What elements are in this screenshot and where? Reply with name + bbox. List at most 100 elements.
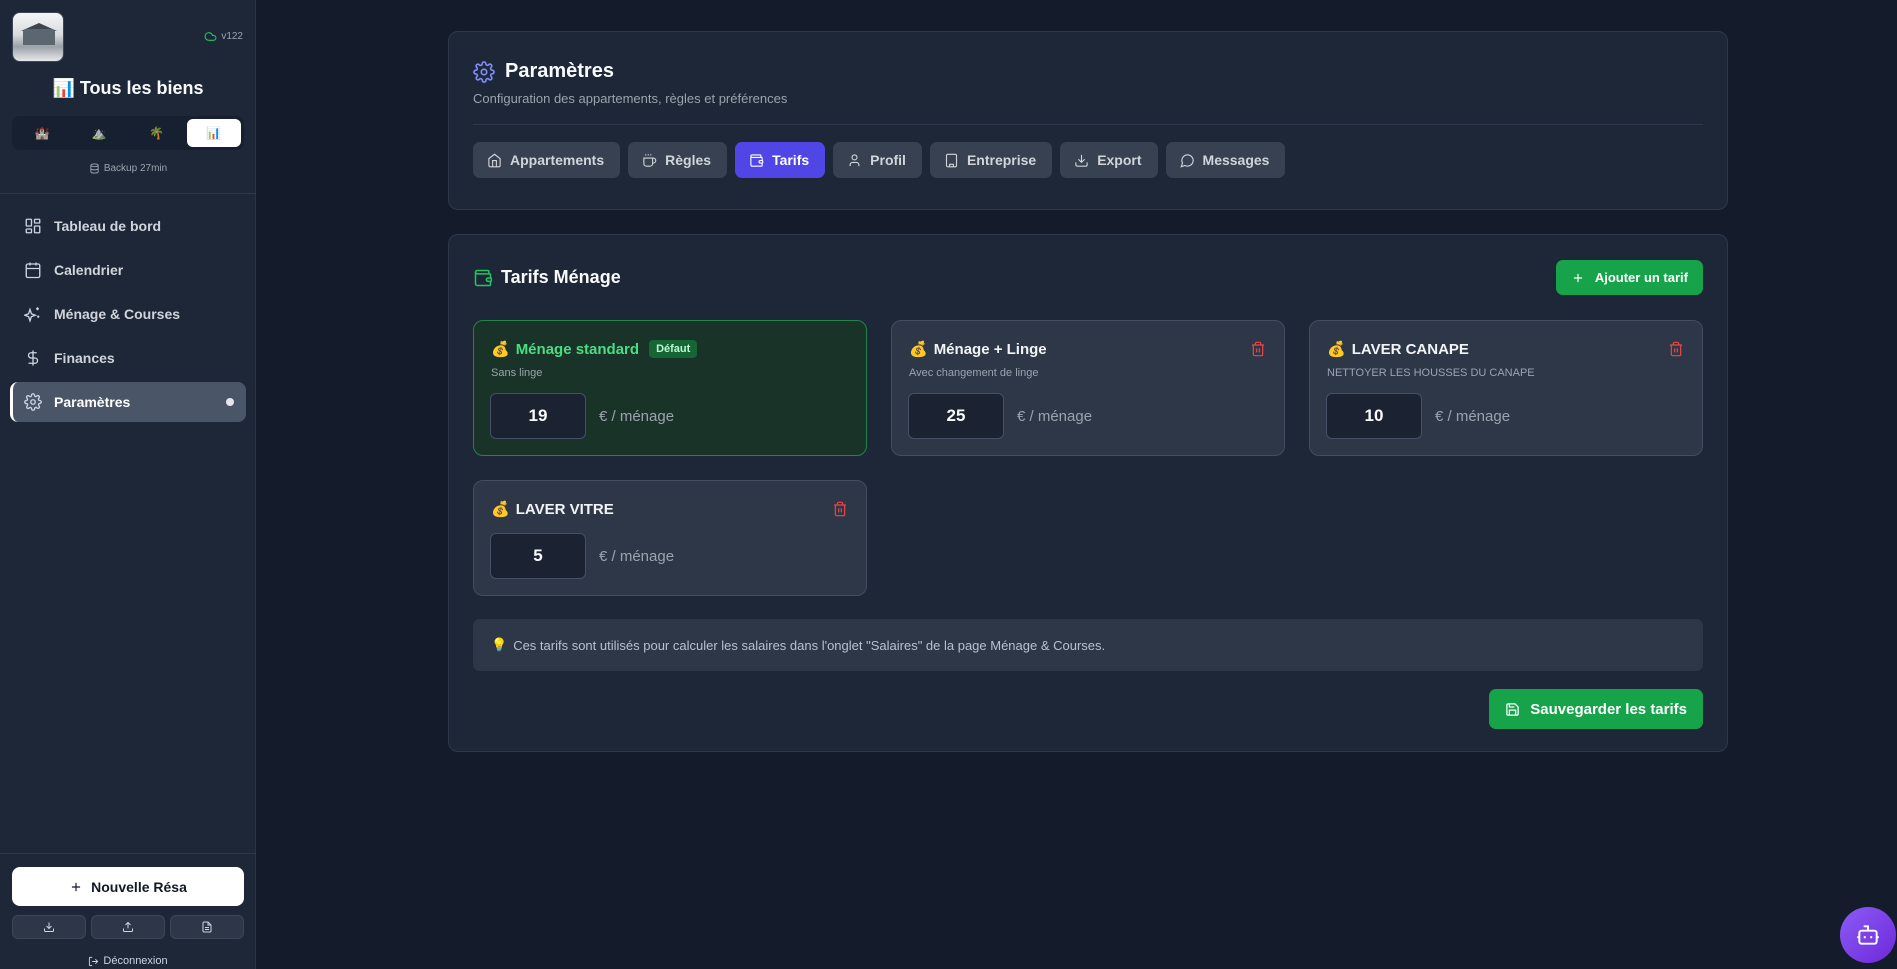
rate-card-linen: 💰 Ménage + Linge Avec changement de ling… bbox=[891, 320, 1285, 456]
save-icon bbox=[1506, 702, 1519, 716]
page-title-text: Paramètres bbox=[505, 60, 614, 82]
dollar-icon bbox=[27, 350, 39, 366]
tab-label: Messages bbox=[1202, 152, 1270, 168]
sidebar-item-label: Calendrier bbox=[54, 262, 124, 278]
user-icon bbox=[849, 153, 860, 166]
section-title-text: Tarifs Ménage bbox=[501, 267, 621, 287]
delete-rate-button[interactable] bbox=[1250, 341, 1266, 357]
rate-unit: € / ménage bbox=[599, 408, 675, 425]
rate-card-windows: 💰 LAVER VITRE 5 € / ménage bbox=[473, 480, 867, 596]
property-tab-all[interactable]: 📊 bbox=[186, 119, 241, 147]
default-badge: Défaut bbox=[649, 340, 698, 358]
sidebar-item-dashboard[interactable]: Tableau de bord bbox=[10, 206, 246, 246]
sidebar: v122 📊 Tous les biens 🏰 ⛰️ 🌴 📊 Backup 27… bbox=[0, 0, 256, 969]
sidebar-mini-actions bbox=[12, 915, 244, 939]
cloud-icon bbox=[204, 32, 217, 41]
sidebar-item-calendar[interactable]: Calendrier bbox=[10, 250, 246, 290]
info-text: Ces tarifs sont utilisés pour calculer l… bbox=[513, 637, 1106, 653]
rate-price-input[interactable]: 5 bbox=[490, 533, 586, 579]
section-title: Tarifs Ménage bbox=[473, 267, 621, 288]
sidebar-item-finances[interactable]: Finances bbox=[10, 338, 246, 378]
backup-label: Backup 27min bbox=[103, 163, 168, 174]
document-button[interactable] bbox=[170, 915, 244, 939]
sidebar-item-label: Finances bbox=[54, 350, 115, 366]
trash-icon bbox=[1252, 341, 1264, 357]
database-icon bbox=[90, 163, 99, 174]
save-rates-button[interactable]: Sauvegarder les tarifs bbox=[1489, 689, 1703, 729]
export-button[interactable] bbox=[91, 915, 165, 939]
tab-label: Tarifs bbox=[772, 152, 810, 168]
property-tab-castle[interactable]: 🏰 bbox=[15, 119, 69, 147]
money-bag-icon: 💰 bbox=[491, 341, 510, 358]
delete-rate-button[interactable] bbox=[1668, 341, 1684, 357]
rate-unit: € / ménage bbox=[599, 548, 675, 565]
upload-icon bbox=[123, 921, 133, 932]
sidebar-divider bbox=[0, 193, 256, 194]
rate-price-input[interactable]: 10 bbox=[1326, 393, 1422, 439]
logout-label: Déconnexion bbox=[103, 955, 168, 967]
gear-icon bbox=[473, 60, 495, 83]
rate-name: Ménage standard bbox=[515, 340, 640, 358]
settings-header-panel: Paramètres Configuration des appartement… bbox=[448, 31, 1728, 210]
rate-description: Sans linge bbox=[491, 367, 543, 379]
home-icon bbox=[488, 153, 501, 167]
download-icon bbox=[44, 922, 54, 932]
sidebar-nav: Tableau de bord Calendrier Ménage & Cour… bbox=[10, 206, 246, 426]
file-icon bbox=[202, 921, 212, 933]
rate-name: Ménage + Linge bbox=[933, 340, 1047, 358]
property-switcher: 🏰 ⛰️ 🌴 📊 bbox=[12, 116, 244, 150]
rate-price-input[interactable]: 19 bbox=[490, 393, 586, 439]
tab-profile[interactable]: Profil bbox=[833, 142, 922, 178]
money-bag-icon: 💰 bbox=[491, 501, 510, 518]
logout-link[interactable]: Déconnexion bbox=[0, 955, 256, 967]
property-tab-palm[interactable]: 🌴 bbox=[130, 119, 184, 147]
add-rate-button[interactable]: Ajouter un tarif bbox=[1555, 260, 1703, 295]
settings-tabs: Appartements Règles Tarifs Profil Entrep… bbox=[473, 142, 1286, 178]
header-divider bbox=[473, 124, 1703, 125]
app-logo[interactable] bbox=[12, 12, 64, 62]
download-icon bbox=[1075, 154, 1088, 167]
rate-card-title: 💰 Ménage standard Défaut bbox=[491, 340, 698, 358]
rate-name: LAVER CANAPE bbox=[1351, 340, 1469, 358]
tab-label: Export bbox=[1097, 152, 1142, 168]
tab-rules[interactable]: Règles bbox=[628, 142, 728, 178]
plus-icon bbox=[1573, 273, 1582, 282]
rate-name: LAVER VITRE bbox=[515, 500, 614, 518]
rates-panel: Tarifs Ménage Ajouter un tarif 💰 Ménage … bbox=[448, 234, 1728, 752]
rate-unit: € / ménage bbox=[1435, 408, 1511, 425]
tab-rates[interactable]: Tarifs bbox=[735, 142, 826, 178]
sidebar-item-label: Tableau de bord bbox=[54, 218, 162, 234]
tab-messages[interactable]: Messages bbox=[1165, 142, 1286, 178]
tab-label: Entreprise bbox=[966, 152, 1037, 168]
sidebar-item-label: Ménage & Courses bbox=[54, 306, 181, 322]
rate-card-standard: 💰 Ménage standard Défaut Sans linge 19 €… bbox=[473, 320, 867, 456]
wallet-icon bbox=[750, 153, 764, 167]
rate-description: NETTOYER LES HOUSSES DU CANAPE bbox=[1327, 367, 1535, 379]
sidebar-item-label: Paramètres bbox=[54, 394, 131, 410]
delete-rate-button[interactable] bbox=[832, 501, 848, 517]
rate-card-sofa: 💰 LAVER CANAPE NETTOYER LES HOUSSES DU C… bbox=[1309, 320, 1703, 456]
sidebar-item-cleaning[interactable]: Ménage & Courses bbox=[10, 294, 246, 334]
rate-price-input[interactable]: 25 bbox=[908, 393, 1004, 439]
tab-export[interactable]: Export bbox=[1060, 142, 1158, 178]
version-label: v122 bbox=[221, 31, 243, 42]
grid-icon bbox=[25, 218, 41, 234]
backup-status: Backup 27min bbox=[0, 163, 256, 174]
money-bag-icon: 💰 bbox=[1327, 341, 1346, 358]
logo-house bbox=[23, 29, 55, 45]
sidebar-item-settings[interactable]: Paramètres bbox=[10, 382, 246, 422]
coffee-icon bbox=[643, 153, 657, 167]
sidebar-bottom-divider bbox=[0, 853, 256, 854]
active-indicator-dot bbox=[226, 398, 234, 406]
tab-company[interactable]: Entreprise bbox=[929, 142, 1053, 178]
sparkles-icon bbox=[24, 307, 40, 323]
import-button[interactable] bbox=[12, 915, 86, 939]
property-tab-mountain[interactable]: ⛰️ bbox=[72, 119, 126, 147]
new-reservation-button[interactable]: Nouvelle Résa bbox=[12, 867, 244, 906]
assistant-bot-button[interactable] bbox=[1840, 907, 1896, 963]
calendar-icon bbox=[25, 262, 41, 279]
rates-info-note: 💡 Ces tarifs sont utilisés pour calculer… bbox=[473, 619, 1703, 671]
tab-apartments[interactable]: Appartements bbox=[473, 142, 621, 178]
page-subtitle: Configuration des appartements, règles e… bbox=[473, 91, 788, 106]
new-reservation-label: Nouvelle Résa bbox=[91, 878, 187, 895]
